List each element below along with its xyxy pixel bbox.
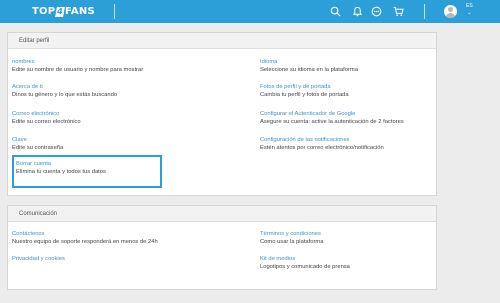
setting-title[interactable]: Correo electrónico (12, 110, 81, 118)
setting-title[interactable]: Idioma (260, 58, 358, 66)
setting-title[interactable]: Clave (12, 136, 63, 144)
setting-desc: Edite su contraseña (12, 145, 64, 151)
search-icon[interactable] (330, 6, 341, 17)
setting-desc: Estén atentos por correo electrónico/not… (260, 145, 384, 151)
setting-desc: Elimina tu cuenta y todos tus datos (16, 169, 106, 175)
setting-media-kit[interactable]: Kit de medios Logotipos y comunicado de … (260, 255, 350, 271)
setting-title[interactable]: Contáctenos (12, 230, 158, 238)
communication-header: Comunicación (8, 206, 436, 222)
setting-title[interactable]: Kit de medios (260, 255, 350, 263)
logo-text-top: TOP (32, 6, 56, 17)
setting-desc: Logotipos y comunicado de prensa (260, 264, 350, 270)
edit-profile-header: Editar perfil (8, 33, 436, 49)
setting-title[interactable]: nombres (12, 58, 143, 66)
brand-logo[interactable]: TOP4FANS (32, 5, 95, 18)
setting-desc: Como usar la plataforma (260, 239, 324, 245)
setting-desc: Edite su correo electrónico (12, 119, 81, 125)
setting-about-you[interactable]: Acerca de ti Dinos tu género y lo que es… (12, 83, 117, 99)
language-code: ES (466, 3, 473, 9)
setting-title[interactable]: Acerca de ti (12, 83, 117, 91)
chevron-down-icon: ⌄ (467, 10, 472, 16)
setting-privacy[interactable]: Privacidad y cookies (12, 255, 65, 263)
cart-icon[interactable] (393, 6, 404, 17)
setting-contact[interactable]: Contáctenos Nuestro equipo de soporte re… (12, 230, 158, 246)
setting-title[interactable]: Borrar cuenta (16, 160, 106, 168)
setting-title[interactable]: Configuración de las notificaciones (260, 136, 384, 144)
navbar-divider (424, 4, 425, 19)
top-navbar: TOP4FANS ES ⌄ (0, 0, 500, 23)
setting-notifications[interactable]: Configuración de las notificaciones Esté… (260, 136, 384, 152)
setting-title[interactable]: Fotos de perfil y de portada (260, 83, 349, 91)
setting-desc: Edite su nombre de usuario y nombre para… (12, 67, 144, 73)
setting-google-authenticator[interactable]: Configurar el Autenticador de Google Ase… (260, 110, 404, 126)
setting-language[interactable]: Idioma Seleccione su idioma en la plataf… (260, 58, 358, 74)
setting-desc: Dinos tu género y lo que estás buscando (12, 92, 118, 98)
setting-desc: Asegure su cuenta: active la autenticaci… (260, 119, 404, 125)
bell-icon[interactable] (352, 6, 363, 17)
edit-profile-card: Editar perfil nombres Edite su nombre de… (7, 32, 437, 196)
communication-card: Comunicación Contáctenos Nuestro equipo … (7, 205, 437, 290)
setting-desc: Nuestro equipo de soporte responderá en … (12, 239, 158, 245)
setting-desc: Cambia tu perfil y fotos de portada (260, 92, 349, 98)
chat-icon[interactable] (371, 6, 382, 17)
setting-title[interactable]: Configurar el Autenticador de Google (260, 110, 404, 118)
setting-email[interactable]: Correo electrónico Edite su correo elect… (12, 110, 81, 126)
setting-photos[interactable]: Fotos de perfil y de portada Cambia tu p… (260, 83, 349, 99)
language-selector[interactable]: ES ⌄ (466, 3, 473, 16)
logo-text-4: 4 (55, 7, 65, 17)
setting-title[interactable]: Términos y condiciones (260, 230, 323, 238)
avatar[interactable] (444, 5, 457, 18)
setting-title[interactable]: Privacidad y cookies (12, 255, 65, 263)
setting-terms[interactable]: Términos y condiciones Como usar la plat… (260, 230, 323, 246)
setting-names[interactable]: nombres Edite su nombre de usuario y nom… (12, 58, 143, 74)
navbar-divider (114, 4, 115, 19)
setting-password[interactable]: Clave Edite su contraseña (12, 136, 63, 152)
setting-desc: Seleccione su idioma en la plataforma (260, 67, 358, 73)
setting-delete-account[interactable]: Borrar cuenta Elimina tu cuenta y todos … (16, 160, 106, 176)
logo-text-fans: FANS (65, 6, 95, 17)
